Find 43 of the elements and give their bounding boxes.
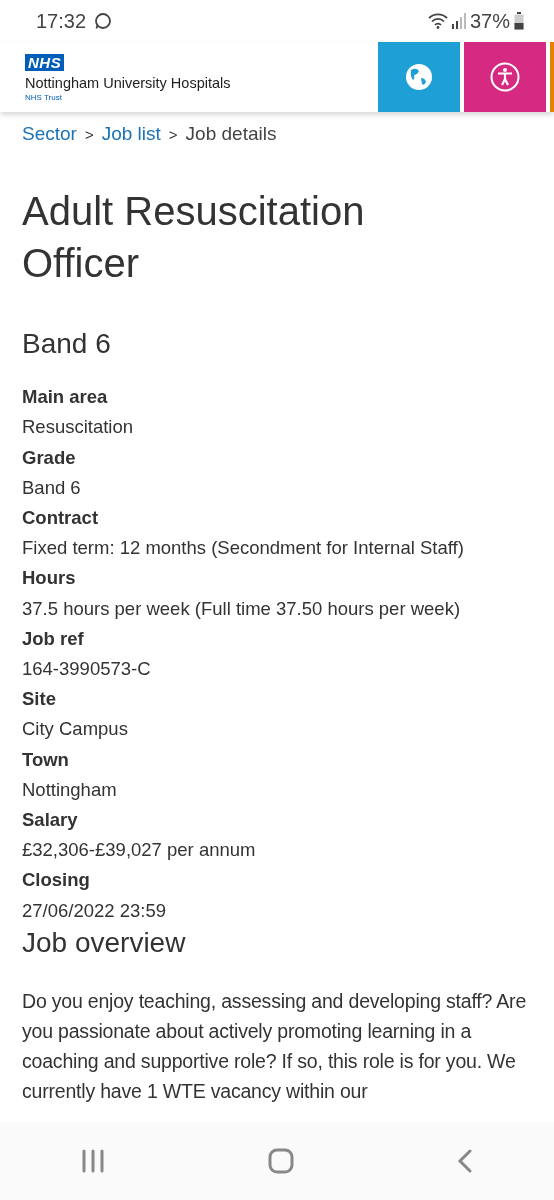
detail-value: Resuscitation: [22, 415, 135, 440]
breadcrumb-separator: >: [168, 125, 178, 145]
detail-label: Closing: [22, 868, 91, 893]
accessibility-button[interactable]: [464, 42, 546, 112]
detail-value: City Campus: [22, 717, 129, 742]
detail-value: £32,306-£39,027 per annum: [22, 838, 257, 863]
detail-label: Grade: [22, 445, 77, 470]
accessibility-icon: [490, 62, 520, 92]
breadcrumb-current: Job details: [185, 122, 277, 146]
wifi-icon: [427, 13, 448, 29]
chat-icon: [94, 12, 113, 30]
detail-label: Hours: [22, 566, 77, 591]
signal-icon: [451, 13, 466, 29]
breadcrumb-separator: >: [84, 125, 94, 145]
job-title: Adult Resuscitation Officer: [22, 187, 366, 287]
detail-value: 37.5 hours per week (Full time 37.50 hours per week): [22, 596, 462, 621]
language-button[interactable]: [378, 42, 460, 112]
job-overview-text: Do you enjoy teaching, assessing and developing staff? Are you passionate about actively promoting learning in a coaching and supportive role? If so, this role is for you. We currently have 1 WTE vacancy within our: [22, 988, 528, 1104]
detail-value: Nottingham: [22, 777, 118, 802]
detail-label: Salary: [22, 807, 79, 832]
breadcrumb-link[interactable]: Sector: [22, 120, 77, 149]
detail-value: 164-3990573-C: [22, 656, 152, 681]
home-icon[interactable]: [268, 1148, 294, 1174]
band-label: Band 6: [22, 326, 112, 361]
detail-label: Site: [22, 687, 57, 712]
back-icon[interactable]: [456, 1149, 473, 1173]
battery-icon: [514, 12, 524, 30]
detail-value: Band 6: [22, 475, 82, 500]
nhs-logo: NHS: [25, 53, 65, 71]
detail-label: Main area: [22, 385, 109, 410]
detail-label: Town: [22, 747, 70, 772]
detail-label: Contract: [22, 505, 100, 530]
organisation-name: Nottingham University Hospitals: [25, 74, 231, 92]
detail-value: Fixed term: 12 months (Secondment for Internal Staff): [22, 536, 465, 561]
recent-apps-icon[interactable]: [81, 1149, 106, 1173]
organisation-subtitle: NHS Trust: [25, 91, 63, 104]
section-heading: Job overview: [22, 925, 187, 960]
battery-level: 37%: [469, 9, 510, 34]
clock-time: 17:32: [36, 9, 87, 34]
breadcrumb-link[interactable]: Job list: [101, 120, 161, 149]
detail-label: Job ref: [22, 626, 85, 651]
globe-icon: [405, 63, 433, 91]
detail-value: 27/06/2022 23:59: [22, 898, 168, 923]
